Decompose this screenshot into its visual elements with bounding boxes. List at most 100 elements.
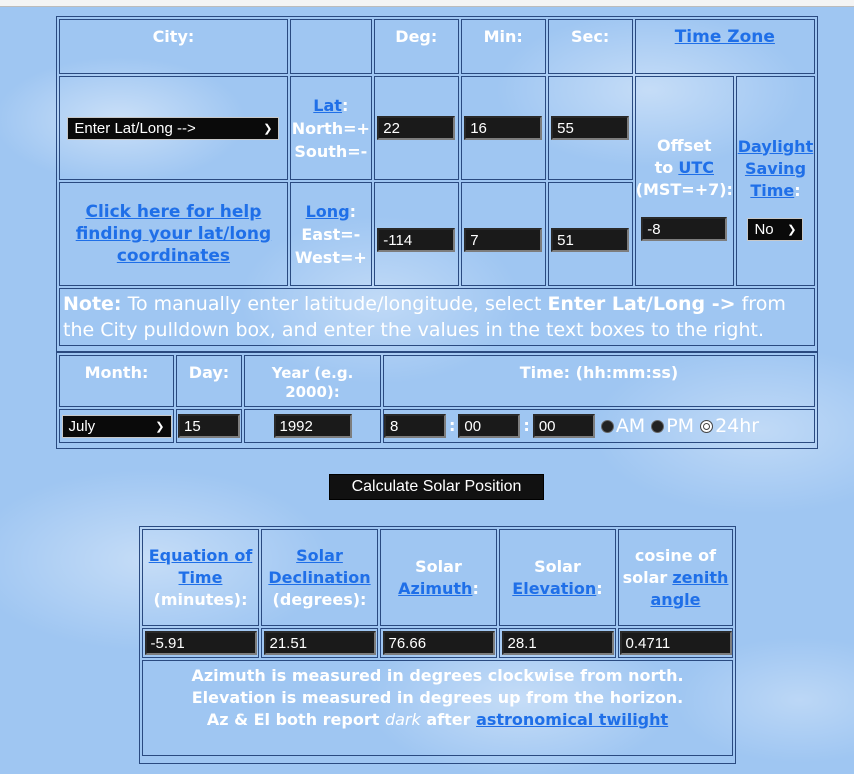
offset-label-1: Offset — [656, 136, 712, 155]
help-cell: Click here for help finding your lat/lon… — [59, 182, 288, 286]
city-header-cell: City: — [59, 19, 288, 74]
lat-min-input[interactable] — [464, 116, 543, 140]
deg-header-cell: Deg: — [373, 19, 459, 74]
el-word: Solar — [534, 556, 581, 576]
eot-value-cell — [142, 628, 259, 658]
daylight-saving-link[interactable]: Daylight Saving Time — [738, 137, 813, 200]
month-header: Month: — [84, 363, 149, 382]
long-min-cell — [460, 182, 546, 286]
day-cell — [176, 409, 242, 443]
month-header-cell: Month: — [59, 355, 174, 407]
am-label: AM — [615, 415, 646, 437]
cos-header-cell: cosine of solar zenith angle — [618, 529, 733, 626]
long-min-input[interactable] — [464, 228, 543, 252]
city-header: City: — [152, 27, 195, 46]
lat-label-cell: Lat: North=+ South=- — [289, 76, 372, 180]
results-note-dark: dark — [384, 710, 421, 729]
decl-unit: (degrees): — [272, 589, 367, 609]
utc-link[interactable]: UTC — [678, 158, 714, 177]
year-cell — [244, 409, 381, 443]
24hr-label: 24hr — [715, 415, 760, 437]
long-colon: : — [349, 201, 357, 221]
west-label: West=+ — [294, 247, 367, 267]
latlong-help-link[interactable]: Click here for help finding your lat/lon… — [76, 202, 271, 266]
datetime-table: Month: Day: Year (e.g. 2000): Time: (hh:… — [57, 353, 817, 445]
note-label: Note: — [63, 293, 122, 315]
note-text-1: To manually enter latitude/longitude, se… — [121, 293, 548, 315]
results-note-line-1: Azimuth is measured in degrees clockwise… — [191, 666, 684, 685]
time-inputs-cell: :: AM PM 24hr — [383, 409, 815, 443]
daylight-cell: Daylight Saving Time: No ❯ — [735, 76, 815, 286]
am-radio[interactable] — [600, 419, 614, 433]
year-input[interactable] — [273, 414, 352, 438]
lat-colon: : — [341, 95, 349, 115]
min-header-cell: Min: — [460, 19, 546, 74]
results-note-line-3b: after — [420, 710, 477, 729]
chevron-down-icon: ❯ — [787, 223, 797, 236]
long-sec-input[interactable] — [551, 228, 630, 252]
cos-value-field[interactable] — [619, 631, 732, 655]
az-colon: : — [472, 578, 479, 598]
city-select-cell: Enter Lat/Long --> ❯ — [59, 76, 288, 180]
month-select[interactable]: July ❯ — [61, 414, 172, 438]
long-label-cell: Long: East=- West=+ — [289, 182, 372, 286]
second-input[interactable] — [532, 414, 595, 438]
lat-sec-cell — [547, 76, 633, 180]
eot-value-field[interactable] — [144, 631, 257, 655]
pm-radio[interactable] — [651, 419, 665, 433]
timezone-header-cell: Time Zone — [634, 19, 815, 74]
utc-offset-input[interactable] — [641, 217, 728, 241]
equation-of-time-link[interactable]: Equation of Time — [149, 546, 253, 587]
time-header: Time: (hh:mm:ss) — [519, 363, 679, 382]
lat-deg-input[interactable] — [377, 116, 456, 140]
hour-input[interactable] — [384, 414, 446, 438]
calculate-solar-position-button[interactable]: Calculate Solar Position — [329, 474, 544, 500]
min-header: Min: — [483, 27, 523, 46]
el-header-cell: Solar Elevation: — [499, 529, 616, 626]
time-header-cell: Time: (hh:mm:ss) — [383, 355, 815, 407]
el-colon: : — [596, 578, 603, 598]
city-select[interactable]: Enter Lat/Long --> ❯ — [67, 116, 280, 140]
blank-header-cell — [289, 19, 372, 74]
lat-deg-cell — [373, 76, 459, 180]
day-input[interactable] — [178, 414, 240, 438]
24hr-radio[interactable] — [700, 419, 714, 433]
decl-value-cell — [261, 628, 378, 658]
long-deg-input[interactable] — [377, 228, 456, 252]
el-value-field[interactable] — [501, 631, 614, 655]
month-select-cell: July ❯ — [59, 409, 174, 443]
day-header-cell: Day: — [176, 355, 242, 407]
daylight-select[interactable]: No ❯ — [747, 217, 804, 241]
city-select-value: Enter Lat/Long --> — [74, 119, 196, 137]
solar-azimuth-link[interactable]: Azimuth — [398, 579, 472, 598]
solar-declination-link[interactable]: Solar Declination — [268, 546, 370, 587]
note-cell: Note: To manually enter latitude/longitu… — [59, 288, 815, 346]
timezone-link[interactable]: Time Zone — [675, 27, 775, 47]
results-note-line-3a: Az & El both report — [206, 710, 385, 729]
offset-label-to: to — [654, 158, 674, 177]
north-label: North=+ — [291, 118, 370, 138]
az-value-cell — [380, 628, 497, 658]
results-note-line-2: Elevation is measured in degrees up from… — [191, 688, 684, 707]
sec-header: Sec: — [571, 27, 610, 46]
offset-cell: Offset to UTC (MST=+7): — [634, 76, 734, 286]
results-table: Equation of Time (minutes): Solar Declin… — [140, 527, 735, 758]
browser-top-edge — [0, 0, 854, 7]
lat-link[interactable]: Lat — [313, 96, 342, 115]
long-sec-cell — [547, 182, 633, 286]
day-header: Day: — [188, 363, 230, 382]
location-table: City: Deg: Min: Sec: Time Zone Enter Lat… — [57, 17, 817, 348]
eot-unit: (minutes): — [153, 589, 248, 609]
decl-header-cell: Solar Declination (degrees): — [261, 529, 378, 626]
solar-elevation-link[interactable]: Elevation — [512, 579, 596, 598]
lat-min-cell — [460, 76, 546, 180]
lat-sec-input[interactable] — [551, 116, 630, 140]
minute-input[interactable] — [458, 414, 521, 438]
az-value-field[interactable] — [382, 631, 495, 655]
decl-value-field[interactable] — [263, 631, 376, 655]
east-label: East=- — [301, 224, 361, 244]
long-link[interactable]: Long — [306, 202, 350, 221]
note-bold: Enter Lat/Long -> — [547, 293, 736, 315]
daylight-colon: : — [794, 180, 801, 200]
astronomical-twilight-link[interactable]: astronomical twilight — [476, 710, 668, 729]
